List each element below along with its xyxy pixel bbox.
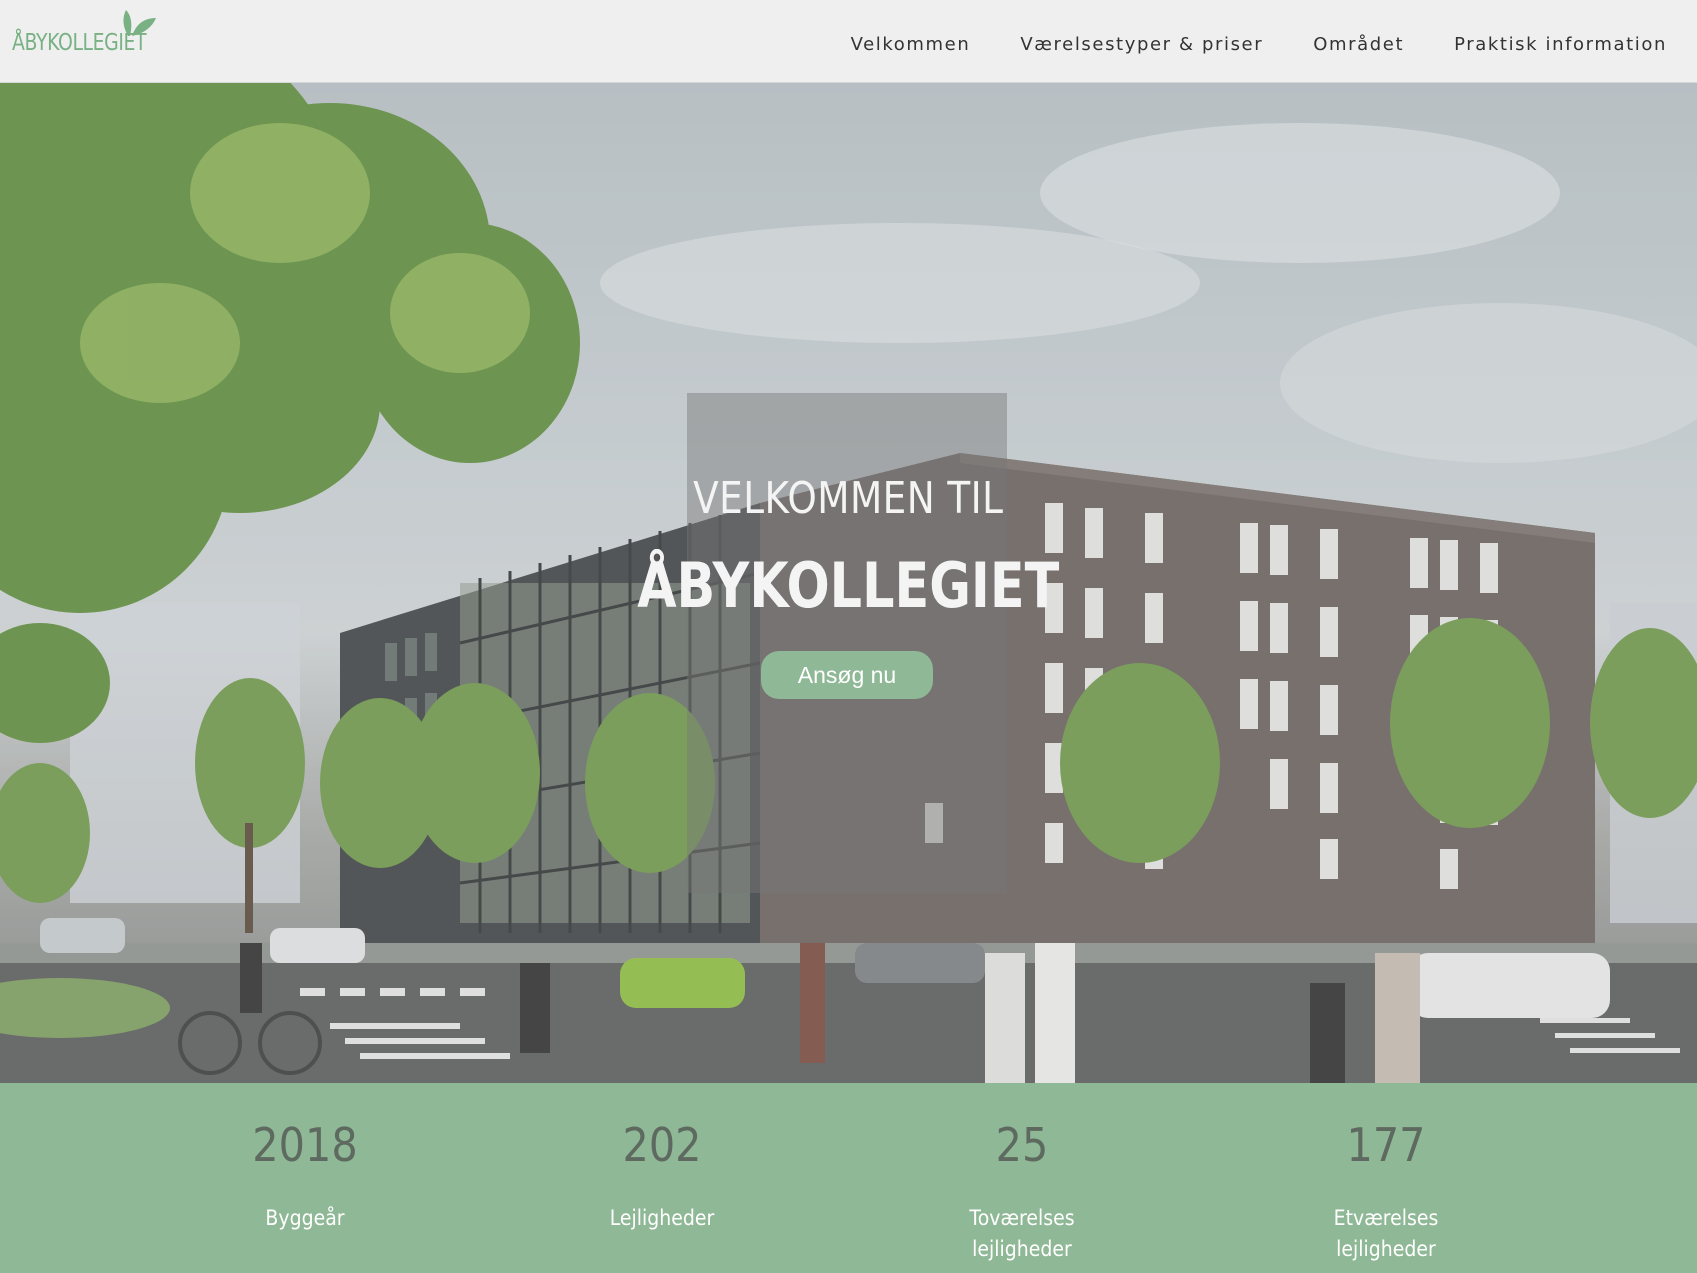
stat-number: 25 [995,1118,1049,1172]
stat-label: Toværelses lejligheder [887,1203,1157,1265]
stat-label: Lejligheder [527,1203,797,1234]
stat-label-line2: lejligheder [972,1237,1072,1261]
stat-number: 2018 [252,1118,358,1172]
site-header: ÅBYKOLLEGIET Velkommen Værelsestyper & p… [0,0,1697,83]
stats-section: 2018 Byggeår 202 Lejligheder 25 Toværels… [0,1083,1697,1273]
hero-title-backdrop [687,393,1007,893]
nav-item-vaerelsestyper[interactable]: Værelsestyper & priser [1020,34,1263,55]
logo-text: ÅBYKOLLEGIET [12,30,147,56]
stat-label-line1: Byggeår [265,1206,345,1230]
apply-now-button[interactable]: Ansøg nu [761,651,933,699]
logo[interactable]: ÅBYKOLLEGIET [12,8,162,58]
main-nav: Velkommen Værelsestyper & priser Området… [801,34,1667,55]
stat-number: 202 [622,1118,702,1172]
nav-item-velkommen[interactable]: Velkommen [851,34,971,55]
stat-label-line1: Etværelses [1333,1206,1439,1230]
stat-label-line1: Lejligheder [609,1206,715,1230]
stat-label: Etværelses lejligheder [1251,1203,1521,1265]
stat-label-line2: lejligheder [1336,1237,1436,1261]
nav-item-praktisk-information[interactable]: Praktisk information [1454,34,1667,55]
hero-title-line1: VELKOMMEN TIL [693,473,1004,524]
hero-title-line2: ÅBYKOLLEGIET [637,549,1060,622]
hero-section: VELKOMMEN TIL ÅBYKOLLEGIET Ansøg nu [0,83,1697,1083]
stat-label-line1: Toværelses [969,1206,1075,1230]
stat-number: 177 [1346,1118,1426,1172]
stat-label: Byggeår [170,1203,440,1234]
nav-item-omraadet[interactable]: Området [1313,34,1404,55]
